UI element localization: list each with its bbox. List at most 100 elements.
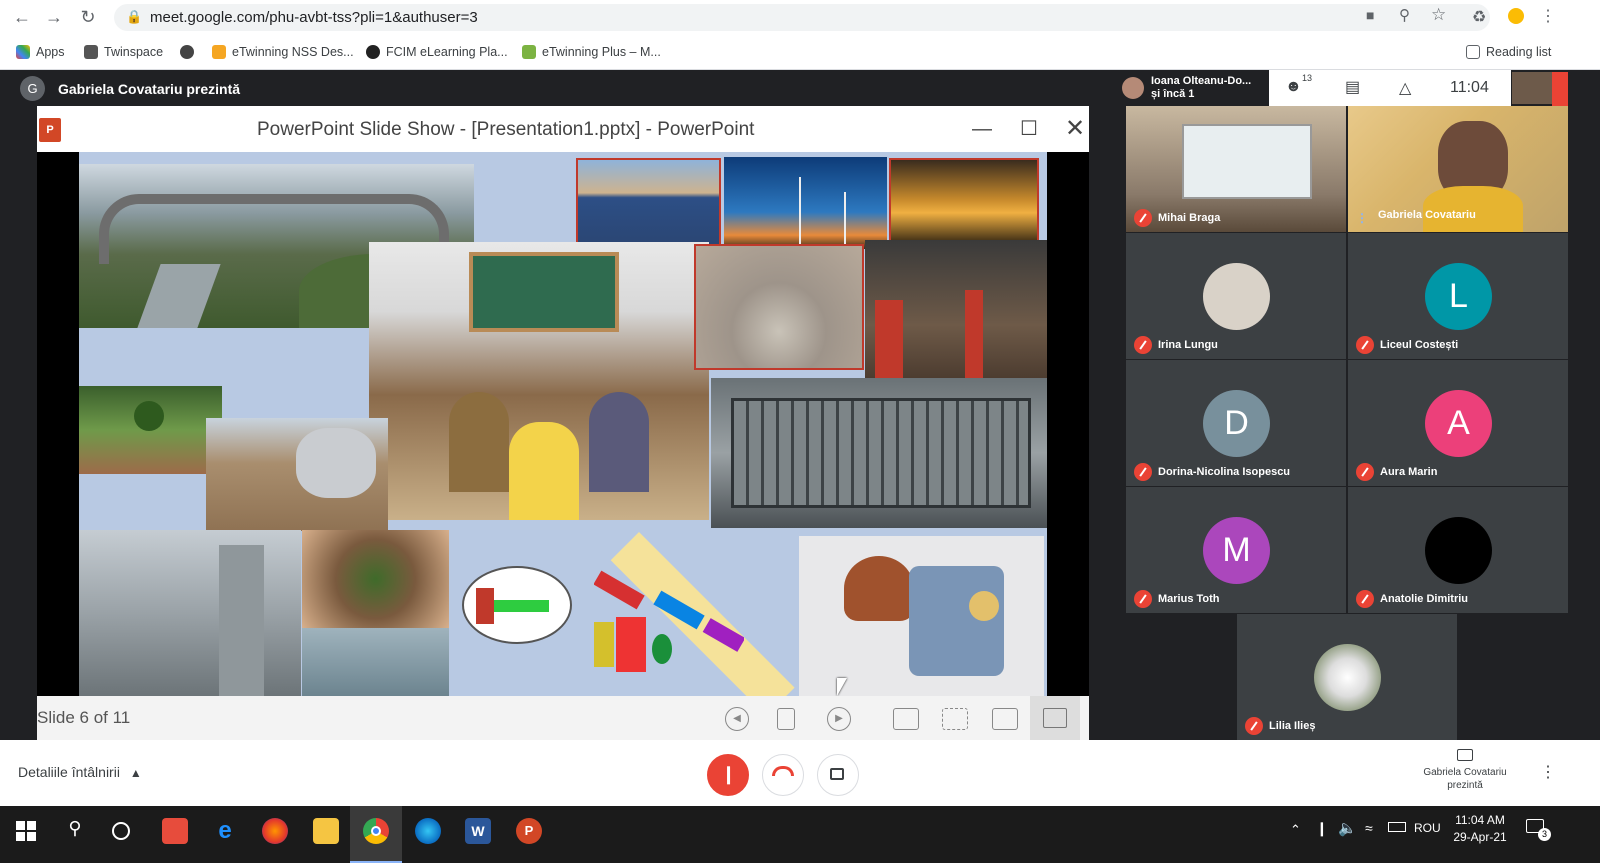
solar-tower-photo <box>694 244 864 370</box>
oil-pumps-photo <box>889 158 1039 250</box>
profile-icon[interactable] <box>1508 8 1524 24</box>
industrial-equipment-photo <box>711 378 1047 528</box>
plants-hands-photo <box>302 530 449 628</box>
bookmark-etwinning-nss[interactable]: eTwinning NSS Des... <box>212 43 354 61</box>
bookmark-etwinning-plus[interactable]: eTwinning Plus – M... <box>522 43 661 61</box>
mic-off-icon <box>1356 463 1374 481</box>
avatar <box>1203 263 1270 330</box>
meeting-details-button[interactable]: Detaliile întâlnirii ▲ <box>18 764 142 780</box>
bookmark-globe[interactable] <box>180 43 194 61</box>
windows-taskbar: ⚲ e W P ⌃ ❙ 🔈 ≈ ROU 11:04 AM 29-Apr-21 3 <box>0 806 1600 863</box>
bookmark-star-icon[interactable]: ☆ <box>1431 5 1446 25</box>
volume-icon[interactable]: 🔈 <box>1338 819 1357 837</box>
participant-tile[interactable]: ⋮ Gabriela Covatariu <box>1348 106 1568 232</box>
adobe-icon[interactable] <box>162 818 188 844</box>
bookmark-apps[interactable]: Apps <box>16 43 65 61</box>
meeting-people-info[interactable]: Ioana Olteanu-Do... și încă 1 <box>1117 70 1269 106</box>
more-options-icon[interactable]: ⋮ <box>1540 762 1556 782</box>
meet-top-tools: ☻ 13 ▤ △ 11:04 <box>1269 70 1511 106</box>
slide-collage <box>79 152 1047 696</box>
factory-chimney-photo <box>79 530 301 696</box>
camera-icon[interactable]: ■ <box>1366 7 1374 23</box>
people-icon[interactable]: ☻ <box>1285 78 1302 96</box>
machine-parts-diagram <box>594 562 744 672</box>
presenting-status[interactable]: Gabriela Covatariu prezintă <box>1410 748 1520 792</box>
notes-icon[interactable] <box>777 708 795 730</box>
taskbar-clock[interactable]: 11:04 AM 29-Apr-21 <box>1450 812 1510 846</box>
participant-tile[interactable]: Lilia Ilieș <box>1237 614 1457 740</box>
camera-icon <box>830 768 844 780</box>
participant-name: Marius Toth <box>1158 593 1220 605</box>
reload-icon[interactable]: ↻ <box>76 5 100 29</box>
chrome-taskbar-button[interactable] <box>350 806 402 863</box>
wifi-icon[interactable]: ≈ <box>1365 820 1373 836</box>
address-bar[interactable]: 🔒 meet.google.com/phu-avbt-tss?pli=1&aut… <box>114 4 1490 31</box>
edge-icon[interactable] <box>415 818 441 844</box>
search-icon[interactable]: ⚲ <box>62 818 88 844</box>
internet-explorer-icon[interactable]: e <box>212 818 238 844</box>
participant-tile[interactable]: Irina Lungu <box>1126 233 1346 359</box>
reading-view-icon[interactable] <box>992 708 1018 730</box>
minimize-icon[interactable]: — <box>967 114 997 144</box>
mic-off-icon <box>1356 336 1374 354</box>
activities-icon[interactable]: △ <box>1399 78 1411 98</box>
participant-tile[interactable]: Anatolie Dimitriu <box>1348 487 1568 613</box>
participant-name: Gabriela Covatariu <box>1378 209 1476 221</box>
camera-toggle-button[interactable] <box>817 754 859 796</box>
reading-list-icon <box>1466 45 1480 59</box>
microphone-icon[interactable]: ❙ <box>1316 820 1328 837</box>
back-icon[interactable]: ← <box>10 5 34 29</box>
maximize-icon[interactable]: ☐ <box>1014 114 1044 144</box>
avatar <box>1425 517 1492 584</box>
participant-tile[interactable]: M Marius Toth <box>1126 487 1346 613</box>
chevron-up-icon[interactable]: ⌃ <box>1290 822 1301 838</box>
slide-sorter-icon[interactable] <box>942 708 968 730</box>
language-indicator[interactable]: ROU <box>1414 821 1441 835</box>
powerpoint-window: P PowerPoint Slide Show - [Presentation1… <box>37 106 1089 740</box>
close-icon[interactable]: ✕ <box>1060 114 1090 144</box>
zoom-icon[interactable]: ⚲ <box>1399 6 1410 24</box>
powerpoint-icon[interactable]: P <box>516 818 542 844</box>
ppt-statusbar: Slide 6 of 11 ◀ ▶ <box>37 696 1089 740</box>
twinspace-icon <box>84 45 98 59</box>
bookmark-fcim[interactable]: FCIM eLearning Pla... <box>366 43 508 61</box>
menu-dots-icon[interactable]: ⋮ <box>1540 6 1556 26</box>
cortana-icon[interactable] <box>112 822 130 840</box>
fcim-icon <box>366 45 380 59</box>
participant-tile[interactable]: A Aura Marin <box>1348 360 1568 486</box>
self-mute-indicator <box>1552 72 1568 106</box>
normal-view-icon[interactable] <box>893 708 919 730</box>
notification-count-badge: 3 <box>1538 828 1551 841</box>
presenter-label: Gabriela Covatariu prezintă <box>58 81 241 97</box>
previous-slide-icon[interactable]: ◀ <box>725 707 749 731</box>
slideshow-icon <box>1043 708 1067 728</box>
chrome-icon <box>363 818 389 844</box>
microphone-toggle-button[interactable]: ❙ <box>707 754 749 796</box>
mic-off-icon <box>1134 463 1152 481</box>
chat-icon[interactable]: ▤ <box>1345 77 1360 97</box>
windows-start-icon[interactable] <box>14 818 40 844</box>
extensions-icon[interactable]: ♻ <box>1472 7 1486 27</box>
bookmarks-bar: Apps Twinspace eTwinning NSS Des... FCIM… <box>0 34 1600 70</box>
participant-tile[interactable]: Mihai Braga <box>1126 106 1346 232</box>
reading-list[interactable]: Reading list <box>1466 43 1551 61</box>
forward-icon[interactable]: → <box>42 5 66 29</box>
self-view-thumbnail[interactable] <box>1512 72 1552 104</box>
file-explorer-icon[interactable] <box>313 818 339 844</box>
leave-call-button[interactable] <box>762 754 804 796</box>
participant-tile[interactable]: D Dorina-Nicolina Isopescu <box>1126 360 1346 486</box>
mic-off-icon <box>1134 209 1152 227</box>
participant-tile[interactable]: L Liceul Costești <box>1348 233 1568 359</box>
participant-name: Liceul Costești <box>1380 339 1459 351</box>
bookmark-twinspace[interactable]: Twinspace <box>84 43 163 61</box>
wind-turbines-photo <box>724 157 887 249</box>
participant-name: Dorina-Nicolina Isopescu <box>1158 466 1291 478</box>
tree-hands-photo <box>79 386 222 474</box>
next-slide-icon[interactable]: ▶ <box>827 707 851 731</box>
battery-icon[interactable] <box>1388 822 1406 832</box>
word-icon[interactable]: W <box>465 818 491 844</box>
firefox-icon[interactable] <box>262 818 288 844</box>
slideshow-view-button[interactable] <box>1030 696 1080 740</box>
present-screen-icon <box>1457 749 1473 761</box>
participant-name: Lilia Ilieș <box>1269 720 1316 732</box>
